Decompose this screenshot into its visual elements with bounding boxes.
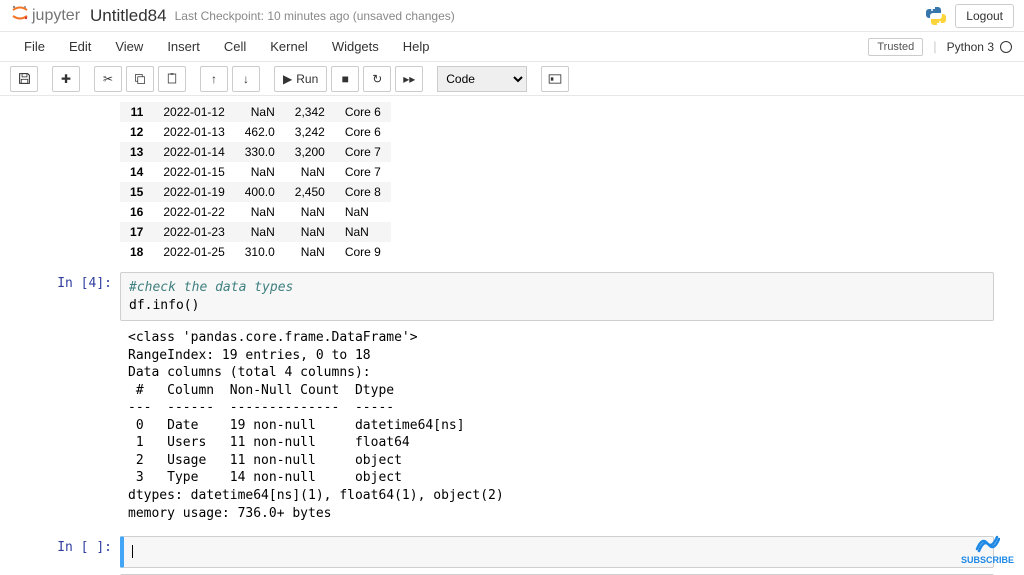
restart-run-all-button[interactable]: ▸▸ — [395, 66, 423, 92]
table-row: 142022-01-15NaNNaNCore 7 — [120, 162, 391, 182]
menubar: File Edit View Insert Cell Kernel Widget… — [0, 32, 1024, 62]
run-button[interactable]: ▶ Run — [274, 66, 327, 92]
kernel-name: Python 3 — [947, 40, 994, 54]
table-row: 132022-01-14330.03,200Core 7 — [120, 142, 391, 162]
cell-input[interactable] — [120, 536, 994, 568]
kernel-status-icon — [1000, 41, 1012, 53]
logout-button[interactable]: Logout — [955, 4, 1014, 28]
checkpoint-status: Last Checkpoint: 10 minutes ago (unsaved… — [175, 9, 455, 23]
copy-button[interactable] — [126, 66, 154, 92]
table-row: 152022-01-19400.02,450Core 8 — [120, 182, 391, 202]
command-palette-button[interactable] — [541, 66, 569, 92]
notebook-area[interactable]: 112022-01-12NaN2,342Core 6122022-01-1346… — [0, 96, 1024, 575]
table-row: 182022-01-25310.0NaNCore 9 — [120, 242, 391, 262]
jupyter-logo-text: jupyter — [32, 7, 80, 25]
subscribe-watermark: SUBSCRIBE — [961, 533, 1014, 565]
code-cell[interactable]: In [4]: #check the data types df.info() — [30, 272, 994, 321]
menu-edit[interactable]: Edit — [57, 33, 103, 60]
menu-widgets[interactable]: Widgets — [320, 33, 391, 60]
cut-button[interactable]: ✂ — [94, 66, 122, 92]
menu-insert[interactable]: Insert — [155, 33, 212, 60]
code-cell[interactable]: In [ ]: — [30, 536, 994, 568]
table-row: 172022-01-23NaNNaNNaN — [120, 222, 391, 242]
menu-view[interactable]: View — [103, 33, 155, 60]
toolbar: ✚ ✂ ↑ ↓ ▶ Run ■ ↻ ▸▸ Code — [0, 62, 1024, 96]
interrupt-button[interactable]: ■ — [331, 66, 359, 92]
move-up-button[interactable]: ↑ — [200, 66, 228, 92]
notebook-header: jupyter Untitled84 Last Checkpoint: 10 m… — [0, 0, 1024, 32]
jupyter-logo[interactable]: jupyter — [10, 3, 80, 28]
menu-cell[interactable]: Cell — [212, 33, 258, 60]
table-row: 162022-01-22NaNNaNNaN — [120, 202, 391, 222]
move-down-button[interactable]: ↓ — [232, 66, 260, 92]
python-icon — [925, 5, 947, 27]
jupyter-icon — [10, 3, 30, 28]
code-output: <class 'pandas.core.frame.DataFrame'> Ra… — [30, 323, 994, 528]
menu-help[interactable]: Help — [391, 33, 442, 60]
dataframe-output: 112022-01-12NaN2,342Core 6122022-01-1346… — [120, 102, 1024, 262]
cell-output-text: <class 'pandas.core.frame.DataFrame'> Ra… — [120, 323, 994, 528]
trusted-indicator[interactable]: Trusted — [868, 38, 923, 56]
kernel-indicator[interactable]: Python 3 — [947, 40, 1012, 54]
menu-file[interactable]: File — [12, 33, 57, 60]
cell-type-select[interactable]: Code — [437, 66, 527, 92]
paste-button[interactable] — [158, 66, 186, 92]
cell-prompt: In [4]: — [30, 272, 120, 321]
table-row: 112022-01-12NaN2,342Core 6 — [120, 102, 391, 122]
cell-input[interactable]: #check the data types df.info() — [120, 272, 994, 321]
insert-cell-button[interactable]: ✚ — [52, 66, 80, 92]
save-button[interactable] — [10, 66, 38, 92]
cell-prompt: In [ ]: — [30, 536, 120, 568]
restart-button[interactable]: ↻ — [363, 66, 391, 92]
table-row: 122022-01-13462.03,242Core 6 — [120, 122, 391, 142]
notebook-title[interactable]: Untitled84 — [90, 6, 167, 26]
menu-kernel[interactable]: Kernel — [258, 33, 320, 60]
